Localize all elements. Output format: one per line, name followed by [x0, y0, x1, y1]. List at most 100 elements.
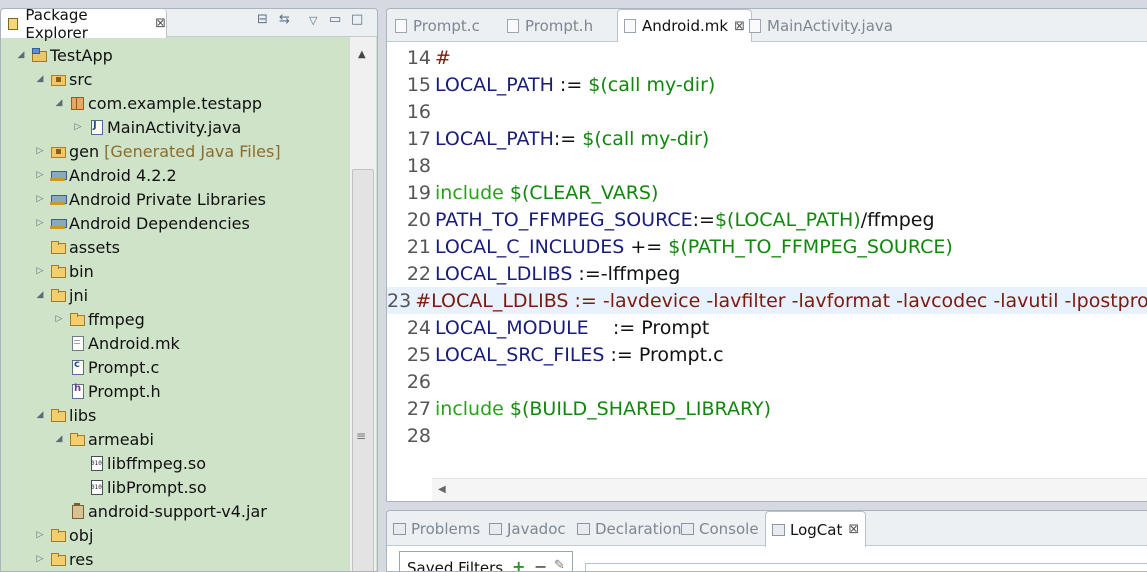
- code-line[interactable]: 16: [387, 98, 1147, 125]
- code-line[interactable]: 19 include $(CLEAR_VARS): [387, 179, 1147, 206]
- code-text: #: [435, 47, 451, 69]
- code-text: LOCAL_PATH:= $(call my-dir): [435, 128, 709, 150]
- tree-item-label: gen: [69, 141, 100, 161]
- tree-item-label: com.example.testapp: [88, 93, 263, 113]
- close-icon[interactable]: ⊠: [848, 522, 859, 537]
- collapsed-arrow-icon[interactable]: ▷: [34, 170, 46, 180]
- code-token: PATH_TO_FFMPEG_SOURCE: [435, 208, 693, 231]
- code-line[interactable]: 26: [387, 368, 1147, 395]
- bottom-view-tab[interactable]: LogCat ⊠: [765, 511, 867, 547]
- logcat-search-input[interactable]: [585, 563, 1147, 571]
- tree-item-label: Prompt.h: [88, 381, 161, 401]
- tree-item[interactable]: ◢ libs: [34, 403, 97, 427]
- tree-item[interactable]: ▷ Android 4.2.2: [34, 163, 177, 187]
- code-line[interactable]: 28: [387, 422, 1147, 449]
- bottom-view-tab[interactable]: Console: [681, 511, 759, 546]
- horizontal-scrollbar[interactable]: ◀: [432, 478, 1147, 501]
- scrollbar-thumb[interactable]: [352, 169, 374, 571]
- tree-item-label: src: [69, 69, 93, 89]
- logcat-icon: [772, 523, 785, 536]
- code-text: include $(CLEAR_VARS): [435, 182, 658, 204]
- tree-item-label: Android Dependencies: [69, 213, 250, 233]
- tree-item[interactable]: ▷ bin: [34, 259, 94, 283]
- tree-item[interactable]: ▷ ffmpeg: [53, 307, 145, 331]
- expanded-arrow-icon[interactable]: ◢: [53, 98, 65, 108]
- collapse-all-icon[interactable]: ⊟: [257, 12, 268, 27]
- editor-tab[interactable]: Android.mk ⊠: [617, 9, 752, 42]
- tree-item[interactable]: ◢ jni: [34, 283, 89, 307]
- collapsed-arrow-icon[interactable]: ▷: [34, 218, 46, 228]
- tree-item-label: MainActivity.java: [107, 117, 242, 137]
- expanded-arrow-icon[interactable]: ◢: [53, 434, 65, 444]
- code-line[interactable]: 17 LOCAL_PATH:= $(call my-dir): [387, 125, 1147, 152]
- code-line[interactable]: 27 include $(BUILD_SHARED_LIBRARY): [387, 395, 1147, 422]
- close-icon[interactable]: ⊠: [734, 19, 745, 34]
- tree-item[interactable]: ▷ obj: [34, 523, 94, 547]
- maximize-icon[interactable]: □: [351, 12, 363, 27]
- code-line[interactable]: 25 LOCAL_SRC_FILES := Prompt.c: [387, 341, 1147, 368]
- scroll-left-icon[interactable]: ◀: [438, 484, 446, 495]
- code-token: LOCAL_PATH: [435, 73, 554, 96]
- code-line[interactable]: 18: [387, 152, 1147, 179]
- collapsed-arrow-icon[interactable]: ▷: [34, 194, 46, 204]
- link-with-editor-icon[interactable]: ⇆: [279, 12, 290, 27]
- editor-tab[interactable]: MainActivity.java: [749, 9, 893, 42]
- expanded-arrow-icon[interactable]: ◢: [15, 50, 27, 60]
- bottom-view-tabs: Problems Javadoc Declaration Console LogCat ⊠: [387, 511, 1147, 547]
- collapsed-arrow-icon[interactable]: ▷: [34, 554, 46, 564]
- code-line[interactable]: 24 LOCAL_MODULE := Prompt: [387, 314, 1147, 341]
- tree-item[interactable]: ◢ TestApp: [15, 43, 113, 67]
- bottom-view-tab[interactable]: Declaration: [577, 511, 681, 546]
- tree-item[interactable]: libffmpeg.so: [72, 451, 206, 475]
- package-explorer-tab[interactable]: Package Explorer ⊠: [1, 9, 167, 42]
- tree-item[interactable]: ◢ src: [34, 67, 93, 91]
- editor-tab[interactable]: Prompt.h: [507, 9, 593, 42]
- code-line[interactable]: 21 LOCAL_C_INCLUDES += $(PATH_TO_FFMPEG_S…: [387, 233, 1147, 260]
- binary-file-icon: [88, 479, 104, 495]
- collapsed-arrow-icon[interactable]: ▷: [34, 146, 46, 156]
- bottom-view-tab[interactable]: Javadoc: [489, 511, 566, 546]
- line-number: 22: [406, 262, 431, 285]
- vertical-scrollbar[interactable]: ▲ ≡: [349, 37, 376, 571]
- tree-item[interactable]: ▷ gen [Generated Java Files]: [34, 139, 281, 163]
- close-icon[interactable]: ⊠: [155, 16, 166, 31]
- scroll-up-icon[interactable]: ▲: [358, 49, 366, 60]
- tree-item[interactable]: ◢ armeabi: [53, 427, 154, 451]
- editor-tab[interactable]: Prompt.c: [395, 9, 480, 42]
- tree-item[interactable]: Prompt.h: [53, 379, 161, 403]
- tree-item[interactable]: android-support-v4.jar: [53, 499, 267, 523]
- tree-item[interactable]: ▷ Android Dependencies: [34, 211, 250, 235]
- code-line[interactable]: 22 LOCAL_LDLIBS :=-lffmpeg: [387, 260, 1147, 287]
- tree-item[interactable]: Prompt.c: [53, 355, 159, 379]
- tree-item-label: Android 4.2.2: [69, 165, 177, 185]
- bottom-view-tab[interactable]: Problems: [393, 511, 480, 546]
- minimize-icon[interactable]: ▭: [329, 12, 341, 27]
- tree-item[interactable]: assets: [34, 235, 120, 259]
- bottom-view-tab-label: Console: [699, 519, 759, 538]
- folder-icon: [50, 527, 66, 543]
- expanded-arrow-icon[interactable]: ◢: [34, 410, 46, 420]
- tree-item[interactable]: ▷ MainActivity.java: [72, 115, 242, 139]
- view-menu-icon[interactable]: ▽: [309, 14, 317, 27]
- tree-item[interactable]: Android.mk: [53, 331, 180, 355]
- collapsed-arrow-icon[interactable]: ▷: [34, 266, 46, 276]
- code-text: LOCAL_PATH := $(call my-dir): [435, 74, 715, 96]
- current-code-line[interactable]: 23 #LOCAL_LDLIBS := -lavdevice -lavfilter…: [387, 287, 1147, 314]
- code-line[interactable]: 20 PATH_TO_FFMPEG_SOURCE:=$(LOCAL_PATH)/f…: [387, 206, 1147, 233]
- expanded-arrow-icon[interactable]: ◢: [34, 74, 46, 84]
- code-line[interactable]: 15 LOCAL_PATH := $(call my-dir): [387, 71, 1147, 98]
- tree-item[interactable]: ◢ com.example.testapp: [53, 91, 263, 115]
- remove-filter-icon[interactable]: −: [534, 557, 547, 571]
- collapsed-arrow-icon[interactable]: ▷: [53, 314, 65, 324]
- source-folder-icon: [50, 71, 66, 87]
- code-editor[interactable]: 14 #15 LOCAL_PATH := $(call my-dir) 16 17 LOC…: [387, 42, 1147, 478]
- code-line[interactable]: 14 #: [387, 44, 1147, 71]
- expanded-arrow-icon[interactable]: ◢: [34, 290, 46, 300]
- tree-item[interactable]: ▷ res: [34, 547, 94, 571]
- add-filter-icon[interactable]: +: [512, 557, 525, 571]
- collapsed-arrow-icon[interactable]: ▷: [34, 530, 46, 540]
- tree-item[interactable]: libPrompt.so: [72, 475, 207, 499]
- collapsed-arrow-icon[interactable]: ▷: [72, 122, 84, 132]
- tree-item[interactable]: ▷ Android Private Libraries: [34, 187, 266, 211]
- edit-filter-icon[interactable]: ✎: [554, 558, 565, 571]
